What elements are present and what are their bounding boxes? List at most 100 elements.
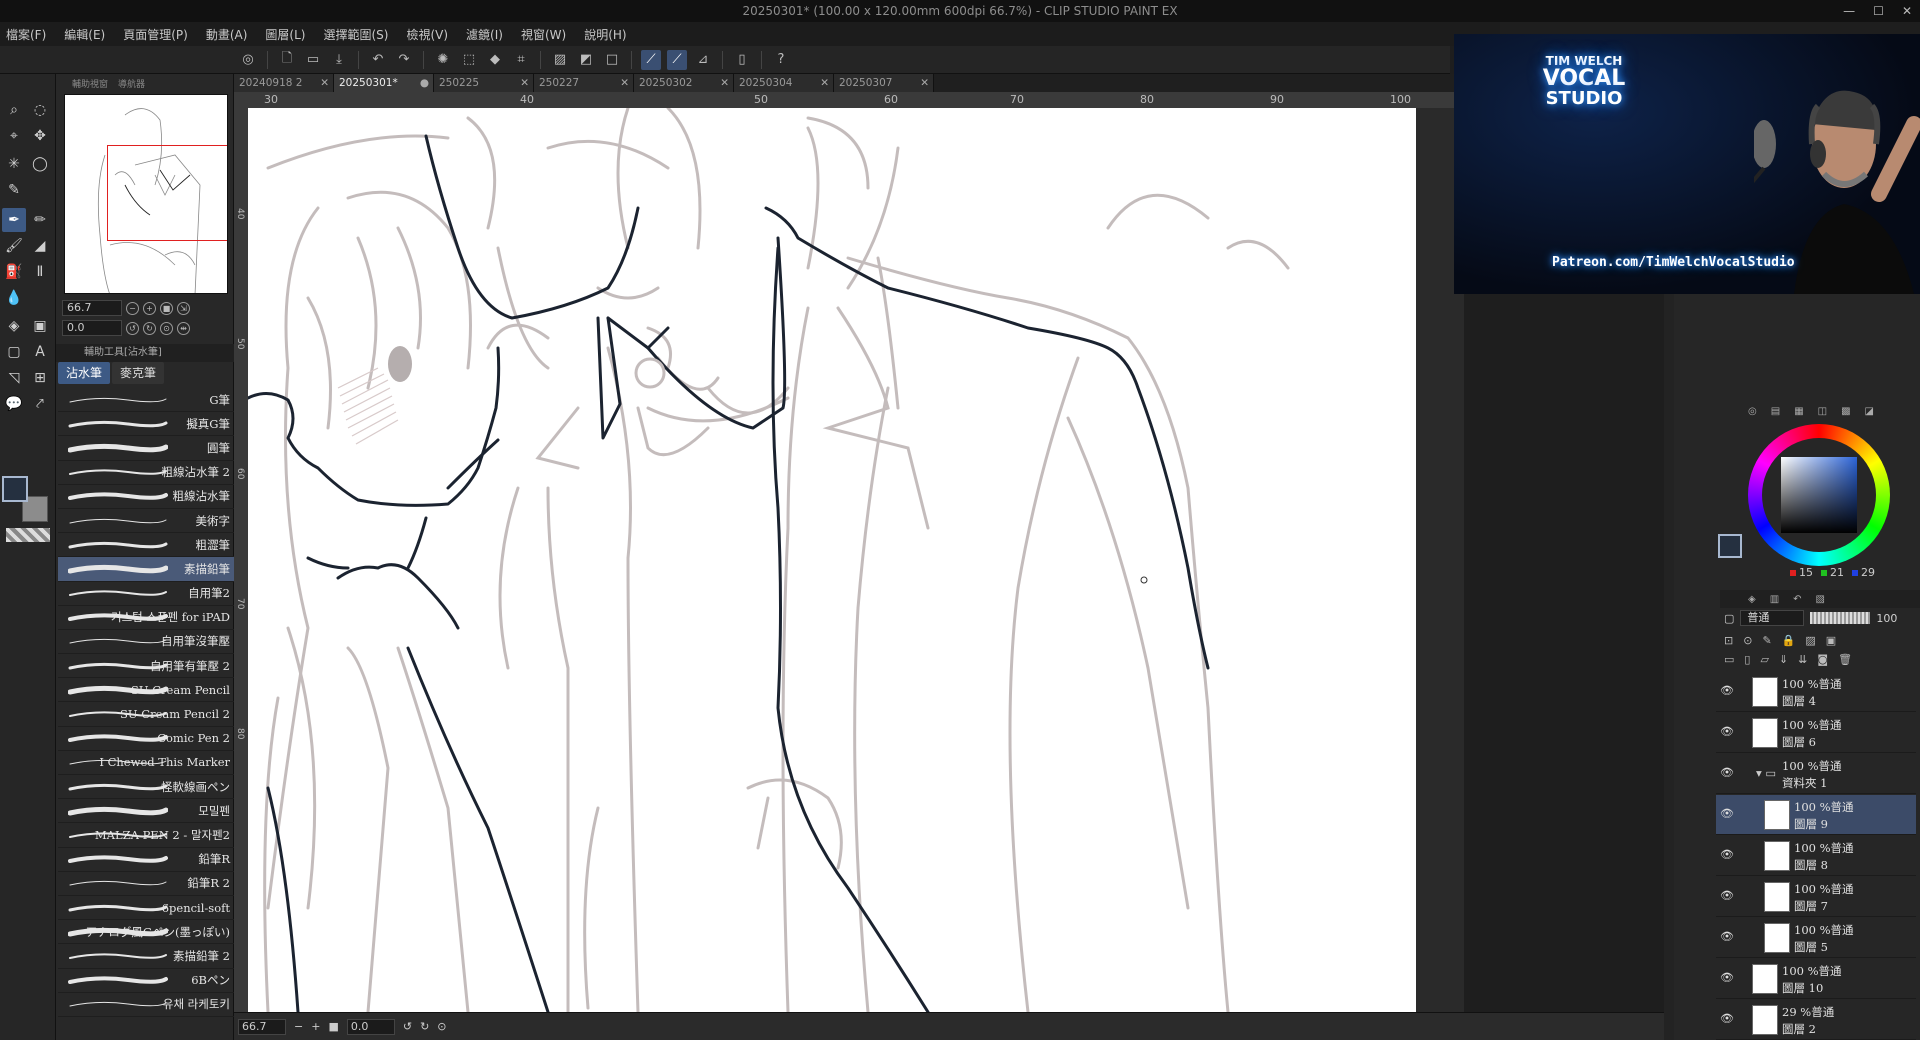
ruler-icon[interactable]: ⊞: [28, 366, 52, 390]
text-icon[interactable]: A: [28, 340, 52, 364]
gradient-icon[interactable]: ▣: [28, 314, 52, 338]
opacity-slider[interactable]: [1810, 612, 1871, 624]
correct-line-icon[interactable]: ⤤: [28, 392, 52, 416]
menu-view[interactable]: 檢視(V): [406, 26, 448, 43]
color-set-tab-icon[interactable]: ▦: [1794, 406, 1803, 417]
eye-icon[interactable]: 👁: [1720, 766, 1734, 779]
menu-selection[interactable]: 選擇範圍(S): [323, 26, 388, 43]
layer-row[interactable]: 👁 100 %普通 圖層 4: [1716, 672, 1916, 712]
navigator-view-frame[interactable]: [107, 145, 227, 241]
document-tab[interactable]: 20250304 ✕: [734, 74, 834, 92]
pen-icon[interactable]: ✒: [2, 208, 26, 232]
brush-item[interactable]: 모밀펜: [58, 799, 234, 824]
brush-item[interactable]: 粗線沾水筆: [58, 485, 234, 509]
selection-icon[interactable]: □: [602, 50, 622, 70]
status-zoom-value[interactable]: 66.7: [238, 1018, 286, 1035]
document-tab[interactable]: 20250302 ✕: [634, 74, 734, 92]
open-file-icon[interactable]: ▭: [303, 50, 323, 70]
document-tab[interactable]: 20250307 ✕: [834, 74, 934, 92]
brush-item[interactable]: 유채 라케토키: [58, 993, 234, 1017]
maximize-button[interactable]: ☐: [1873, 0, 1884, 22]
navigator-zoom-value[interactable]: 66.7: [62, 300, 122, 316]
rotate-right-icon[interactable]: ↻: [143, 321, 156, 335]
document-tab[interactable]: 250227 ✕: [534, 74, 634, 92]
reference-layer-icon[interactable]: ⊙: [1743, 634, 1752, 647]
menu-file[interactable]: 檔案(F): [6, 26, 46, 43]
eye-icon[interactable]: 👁: [1720, 684, 1734, 697]
brush-item[interactable]: 粗線沾水筆 2: [58, 461, 234, 485]
layer-row[interactable]: 👁 29 %普通 圖層 2: [1716, 1000, 1916, 1040]
fill-icon[interactable]: ◈: [2, 314, 26, 338]
tab-sub-view[interactable]: 輔助視窗: [72, 77, 108, 90]
save-icon[interactable]: ⤓: [329, 50, 349, 70]
pencil-icon[interactable]: ✏: [28, 208, 52, 232]
saturation-value-square[interactable]: [1781, 457, 1857, 533]
clip-layer-icon[interactable]: ⊡: [1724, 634, 1733, 647]
history-tab-icon[interactable]: ↶: [1793, 594, 1801, 605]
zoom-in-icon[interactable]: +: [143, 301, 156, 315]
snap-special-ruler-icon[interactable]: ⟋: [667, 49, 687, 70]
brush-item[interactable]: 美術字: [58, 509, 234, 534]
blend-icon[interactable]: 💧: [2, 286, 26, 310]
tab-close-icon[interactable]: ✕: [620, 74, 629, 92]
tab-marker[interactable]: 麥克筆: [112, 362, 165, 384]
navigator-rotation-value[interactable]: 0.0: [62, 320, 122, 336]
canvas-paper[interactable]: [248, 108, 1416, 1012]
brush-item[interactable]: 커스텀 스푼펜 for iPAD: [58, 606, 234, 630]
transfer-down-icon[interactable]: ⇓: [1779, 653, 1788, 666]
intermediate-color-tab-icon[interactable]: ◫: [1818, 406, 1827, 417]
menu-window[interactable]: 視窗(W): [521, 26, 566, 43]
tab-close-icon[interactable]: ●: [420, 74, 429, 92]
frame-icon[interactable]: ◹: [2, 366, 26, 390]
redo-icon[interactable]: ↷: [394, 50, 414, 70]
layer-row[interactable]: 👁 100 %普通 圖層 8: [1716, 836, 1916, 876]
brush-item[interactable]: SU Cream Pencil 2: [58, 702, 234, 727]
document-tab[interactable]: 20250301* ●: [334, 74, 434, 92]
balloon-icon[interactable]: 💬: [2, 392, 26, 416]
brush-item[interactable]: 鉛筆R 2: [58, 872, 234, 896]
tab-close-icon[interactable]: ✕: [920, 74, 929, 92]
rotate-left-icon[interactable]: ↺: [126, 321, 139, 335]
clear-icon[interactable]: ▨: [550, 50, 570, 70]
color-wheel-tab-icon[interactable]: ◎: [1748, 406, 1757, 417]
merge-down-icon[interactable]: ⇊: [1798, 653, 1807, 666]
loading-icon[interactable]: ✺: [433, 50, 453, 70]
brush-item[interactable]: 擬真G筆: [58, 412, 234, 437]
reset-rotation-icon[interactable]: ⊙: [160, 321, 173, 335]
new-vector-layer-icon[interactable]: ▯: [1744, 653, 1750, 666]
brush-item[interactable]: 自用筆2: [58, 582, 234, 606]
eye-icon[interactable]: 👁: [1720, 971, 1734, 984]
menu-help[interactable]: 說明(H): [584, 26, 626, 43]
flip-icon[interactable]: ⇹: [177, 321, 190, 335]
blue-value[interactable]: 29: [1852, 566, 1875, 579]
navigator-preview[interactable]: [64, 94, 228, 294]
menu-filter[interactable]: 濾鏡(I): [466, 26, 503, 43]
eyedropper-icon[interactable]: ✎: [2, 178, 26, 202]
status-rotate-left-icon[interactable]: ↺: [403, 1020, 412, 1033]
document-tab[interactable]: 20240918 2 ✕: [234, 74, 334, 92]
layer-folder[interactable]: 👁 ▾ ▭ 100 %普通 資料夾 1: [1716, 754, 1916, 794]
new-raster-layer-icon[interactable]: ▭: [1724, 653, 1734, 666]
menu-page[interactable]: 頁面管理(P): [123, 26, 188, 43]
tab-close-icon[interactable]: ✕: [820, 74, 829, 92]
transparent-color-swatch[interactable]: [6, 528, 50, 542]
tab-close-icon[interactable]: ✕: [720, 74, 729, 92]
layer-property-tab-icon[interactable]: ▥: [1770, 594, 1779, 605]
brush-item[interactable]: I Chewed This Marker: [58, 751, 234, 775]
lasso-icon[interactable]: ◌: [28, 98, 52, 122]
brush-item[interactable]: 自用筆沒筆壓: [58, 630, 234, 655]
menu-layer[interactable]: 圖層(L): [265, 26, 305, 43]
document-tab[interactable]: 250225 ✕: [434, 74, 534, 92]
snap-ruler-icon[interactable]: ⟋: [641, 49, 661, 70]
menu-animation[interactable]: 動畫(A): [206, 26, 248, 43]
layer-row[interactable]: 👁 100 %普通 圖層 5: [1716, 918, 1916, 958]
eye-icon[interactable]: 👁: [1720, 930, 1734, 943]
mask-icon[interactable]: ▣: [1826, 634, 1836, 647]
operation-icon[interactable]: ⌖: [2, 124, 26, 148]
main-color-swatch[interactable]: [2, 476, 28, 502]
clip-studio-icon[interactable]: ◎: [238, 50, 258, 70]
close-button[interactable]: ✕: [1902, 0, 1912, 22]
brush-item[interactable]: 鉛筆R: [58, 848, 234, 872]
eye-icon[interactable]: 👁: [1720, 725, 1734, 738]
green-value[interactable]: 21: [1821, 566, 1844, 579]
